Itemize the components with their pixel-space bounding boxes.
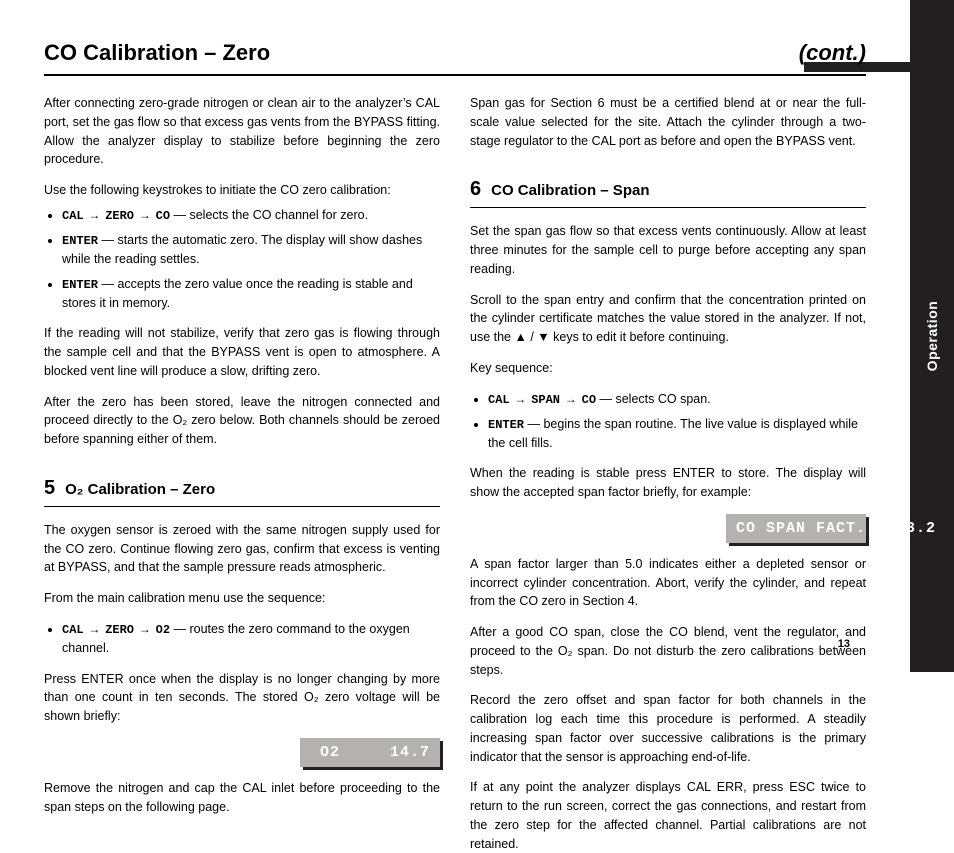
right-column: Span gas for Section 6 must be a certifi…: [470, 94, 866, 696]
side-thumb-tab-label: Operation: [924, 301, 940, 372]
display-readout: CO SPAN FACT. 3.2: [726, 514, 866, 543]
step-tail: — starts the automatic zero. The display…: [62, 233, 422, 266]
step-list: CAL → ZERO → O2 — routes the zero comman…: [44, 620, 440, 658]
body-text: Set the span gas flow so that excess ven…: [470, 222, 866, 278]
step-item: ENTER — starts the automatic zero. The d…: [62, 231, 440, 269]
step-list: CAL → ZERO → CO — selects the CO channel…: [44, 206, 440, 313]
body-text: Record the zero offset and span factor f…: [470, 691, 866, 766]
page-number: 13: [838, 638, 850, 650]
step-tail: — accepts the zero value once the readin…: [62, 277, 413, 310]
side-thumb-tab: Operation: [910, 0, 954, 672]
step-keys: ENTER: [62, 278, 98, 292]
left-column: After connecting zero-grade nitrogen or …: [44, 94, 440, 696]
step-item: ENTER — begins the span routine. The liv…: [488, 415, 866, 453]
section-heading: 6 CO Calibration – Span: [470, 178, 866, 208]
step-item: CAL → ZERO → O2 — routes the zero comman…: [62, 620, 440, 658]
step-keys: CAL → ZERO → O2: [62, 623, 170, 637]
page-title-right: (cont.): [799, 40, 866, 66]
step-tail: — begins the span routine. The live valu…: [488, 417, 858, 450]
body-text: Press ENTER once when the display is no …: [44, 670, 440, 726]
body-text: Remove the nitrogen and cap the CAL inle…: [44, 779, 440, 817]
body-text: After the zero has been stored, leave th…: [44, 393, 440, 449]
body-text: A span factor larger than 5.0 indicates …: [470, 555, 866, 611]
display-readout: O2 14.7: [300, 738, 440, 767]
step-list: CAL → SPAN → CO — selects CO span. ENTER…: [470, 390, 866, 453]
step-keys: CAL → ZERO → CO: [62, 209, 170, 223]
section-title: CO Calibration – Span: [491, 182, 649, 199]
step-keys: CAL → SPAN → CO: [488, 393, 596, 407]
display-readout-block: CO SPAN FACT. 3.2: [726, 514, 866, 543]
section-title: O₂ Calibration – Zero: [65, 481, 215, 498]
body-text: If the reading will not stabilize, verif…: [44, 324, 440, 380]
step-tail: — selects CO span.: [596, 392, 711, 406]
body-text: Key sequence:: [470, 359, 866, 378]
step-keys: ENTER: [488, 418, 524, 432]
body-text: After connecting zero-grade nitrogen or …: [44, 94, 440, 169]
step-item: ENTER — accepts the zero value once the …: [62, 275, 440, 313]
body-text: If at any point the analyzer displays CA…: [470, 778, 866, 853]
body-text: From the main calibration menu use the s…: [44, 589, 440, 608]
section-number: 5: [44, 477, 55, 499]
body-text: Span gas for Section 6 must be a certifi…: [470, 94, 866, 150]
section-number: 6: [470, 178, 481, 200]
body-text: After a good CO span, close the CO blend…: [470, 623, 866, 679]
step-item: CAL → ZERO → CO — selects the CO channel…: [62, 206, 440, 225]
body-text: When the reading is stable press ENTER t…: [470, 464, 866, 502]
body-text: The oxygen sensor is zeroed with the sam…: [44, 521, 440, 577]
page-title-bar: CO Calibration – Zero (cont.): [44, 40, 866, 76]
step-keys: ENTER: [62, 234, 98, 248]
step-tail: — selects the CO channel for zero.: [170, 208, 368, 222]
page-content: CO Calibration – Zero (cont.) After conn…: [0, 0, 910, 672]
page-title-left: CO Calibration – Zero: [44, 40, 783, 66]
display-readout-block: O2 14.7: [300, 738, 440, 767]
section-heading: 5 O₂ Calibration – Zero: [44, 477, 440, 507]
body-text: Use the following keystrokes to initiate…: [44, 181, 440, 200]
body-text: Scroll to the span entry and confirm tha…: [470, 291, 866, 347]
step-item: CAL → SPAN → CO — selects CO span.: [488, 390, 866, 409]
